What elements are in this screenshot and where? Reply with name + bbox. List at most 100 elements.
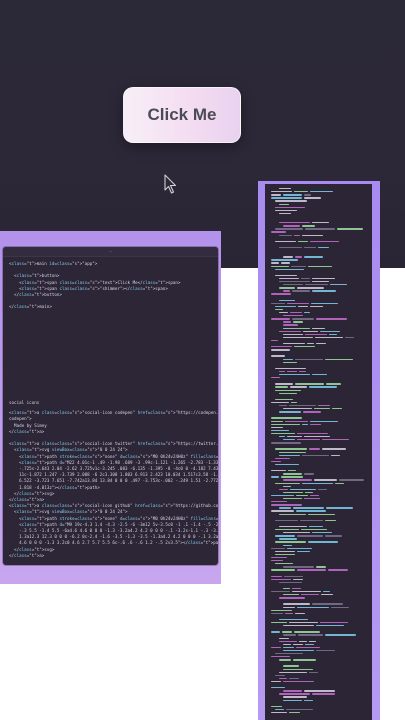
css-code-line xyxy=(271,339,279,342)
css-code-line xyxy=(288,677,300,680)
css-code-line xyxy=(293,346,316,348)
css-code-line xyxy=(275,389,302,391)
css-code-line xyxy=(279,597,305,599)
css-code-line xyxy=(307,541,338,543)
css-code-line xyxy=(302,330,318,332)
code-line: </class="t">svg> xyxy=(9,546,55,552)
css-code-line xyxy=(271,401,289,404)
css-code-line xyxy=(279,374,310,376)
css-code-line xyxy=(271,622,287,624)
css-code-line xyxy=(279,640,298,642)
css-code-line xyxy=(316,318,347,320)
css-code-line xyxy=(271,377,280,379)
click-me-button[interactable]: Click Me xyxy=(123,87,241,143)
code-line: 6.522 -3.723 7.651 -7.742a13.84 13.84 0 … xyxy=(19,478,218,484)
css-code-line xyxy=(319,330,341,332)
css-code-line xyxy=(271,575,283,577)
css-code-line xyxy=(279,411,302,413)
css-code-line xyxy=(283,315,303,317)
css-code-line xyxy=(317,405,330,407)
css-code-line xyxy=(271,612,284,615)
css-code-line xyxy=(322,439,350,441)
css-code-line xyxy=(271,687,286,689)
css-code-editor[interactable] xyxy=(265,184,372,720)
css-code-line xyxy=(289,405,316,407)
css-code-line xyxy=(303,197,321,199)
css-code-line xyxy=(271,302,285,305)
css-code-line xyxy=(271,470,286,472)
css-code-line xyxy=(283,594,299,596)
css-code-line xyxy=(283,696,308,698)
css-code-line xyxy=(271,680,281,683)
css-code-line xyxy=(271,417,303,419)
css-code-line xyxy=(295,510,326,512)
css-code-line xyxy=(297,432,329,435)
css-code-line xyxy=(299,519,324,522)
css-code-line xyxy=(283,290,291,292)
css-code-line xyxy=(283,532,310,534)
css-code-line xyxy=(303,312,311,314)
css-code-line xyxy=(305,228,336,230)
css-code-line xyxy=(315,625,344,627)
css-code-line xyxy=(279,454,301,456)
css-code-line xyxy=(283,321,292,323)
css-code-line xyxy=(279,671,307,673)
css-code-line xyxy=(296,535,324,537)
css-code-line xyxy=(286,547,313,549)
css-code-line xyxy=(279,312,288,314)
css-code-line xyxy=(271,426,283,429)
css-code-line xyxy=(309,420,338,422)
css-code-line xyxy=(325,519,336,522)
code-line: <class="t">path d="M22 4.01c-1 .49 -1.98… xyxy=(9,459,218,465)
css-code-line xyxy=(294,612,305,615)
css-code-line xyxy=(288,711,300,714)
css-code-line xyxy=(283,665,299,667)
code-line: <class="t">span class=class="s">"shimmer… xyxy=(9,285,168,291)
css-code-line xyxy=(271,231,287,233)
css-code-line xyxy=(271,476,279,478)
css-code-line xyxy=(320,594,333,596)
css-code-line xyxy=(304,690,335,692)
css-code-line xyxy=(271,711,287,714)
css-code-line xyxy=(279,618,309,621)
css-code-line xyxy=(271,510,294,512)
css-code-line xyxy=(298,370,306,373)
css-code-line xyxy=(279,507,291,509)
css-code-line xyxy=(290,265,306,267)
css-code-line xyxy=(279,538,297,540)
css-code-line xyxy=(271,501,288,503)
section-comment: social icons xyxy=(9,400,40,405)
css-code-line xyxy=(279,203,289,205)
css-code-line xyxy=(283,498,303,500)
css-code-line xyxy=(275,708,285,711)
css-code-line xyxy=(279,234,292,236)
css-code-line xyxy=(271,191,293,193)
css-code-line xyxy=(283,408,312,410)
html-code-editor[interactable]: ··· <class="t">main id=class="s">"app"> … xyxy=(3,247,218,565)
css-code-line xyxy=(308,386,338,388)
code-line: codepen"> xyxy=(9,416,32,422)
css-code-line xyxy=(275,398,293,401)
css-code-line xyxy=(279,287,296,289)
css-code-line xyxy=(271,259,298,261)
css-code-line xyxy=(303,194,312,196)
css-code-line xyxy=(275,308,283,311)
css-code-line xyxy=(289,488,317,491)
css-code-line xyxy=(271,355,285,357)
code-line: 1.818 -4.013z"></class="t">path> xyxy=(9,484,100,490)
css-code-line xyxy=(283,634,296,636)
css-code-line xyxy=(304,498,320,500)
css-code-line xyxy=(322,591,331,593)
css-code-line xyxy=(311,374,327,376)
css-code-line xyxy=(328,569,349,571)
css-code-line xyxy=(283,491,303,494)
css-code-line xyxy=(304,643,314,646)
css-code-line xyxy=(275,541,306,543)
css-code-line xyxy=(326,383,342,385)
css-code-line xyxy=(279,436,286,438)
css-code-line xyxy=(279,659,292,661)
css-code-line xyxy=(271,578,292,580)
css-code-line xyxy=(279,525,308,528)
css-code-line xyxy=(325,358,354,360)
css-code-line xyxy=(279,188,292,190)
